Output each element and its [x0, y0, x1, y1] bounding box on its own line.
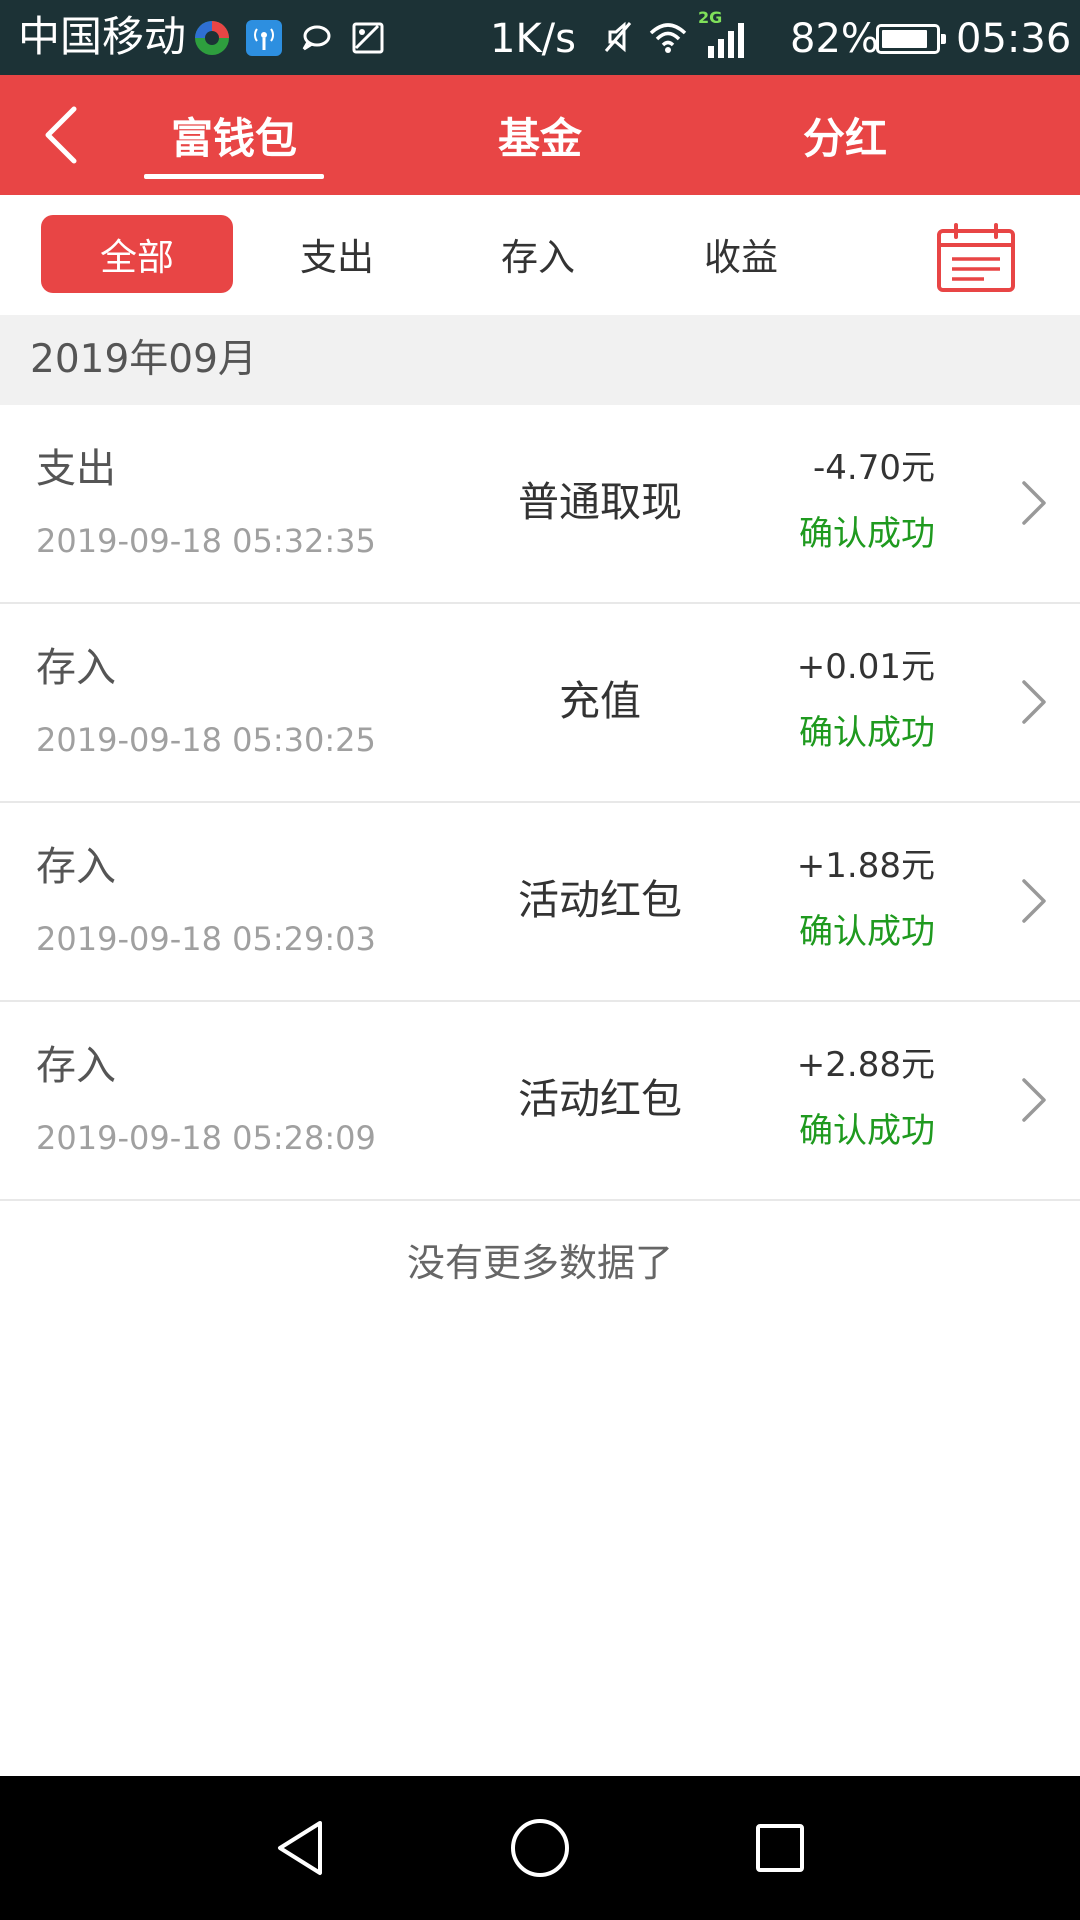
app-icon [195, 21, 229, 55]
no-more-data-text: 没有更多数据了 [406, 1241, 673, 1285]
transaction-description: 充值 [559, 677, 641, 725]
image-icon [352, 22, 384, 54]
signal-strength: 2G [698, 8, 748, 60]
system-nav-bar [0, 1776, 1080, 1920]
chevron-right-icon [1022, 680, 1046, 724]
filter-expense[interactable]: 支出 [257, 215, 417, 293]
transaction-status: 确认成功 [799, 1111, 935, 1151]
tab-fu-wallet[interactable]: 富钱包 [144, 75, 324, 195]
filter-bar: 全部 支出 存入 收益 [0, 195, 1080, 315]
network-speed: 1K/s [490, 16, 576, 62]
system-icons: 2G [598, 8, 748, 60]
transaction-time: 2019-09-18 05:32:35 [36, 522, 376, 560]
carrier-label: 中国移动 [18, 12, 187, 61]
transaction-type: 支出 [36, 446, 116, 492]
transaction-description: 活动红包 [518, 1075, 682, 1123]
chevron-right-icon [1022, 879, 1046, 923]
transaction-row[interactable]: 存入 2019-09-18 05:29:03 活动红包 +1.88元 确认成功 [0, 803, 1080, 1002]
triangle-back-icon [278, 1821, 322, 1875]
signal-icon [708, 23, 744, 58]
transaction-row[interactable]: 存入 2019-09-18 05:30:25 充值 +0.01元 确认成功 [0, 604, 1080, 803]
back-button[interactable] [18, 93, 102, 177]
transaction-row[interactable]: 支出 2019-09-18 05:32:35 普通取现 -4.70元 确认成功 [0, 405, 1080, 604]
filter-deposit[interactable]: 存入 [458, 215, 618, 293]
transaction-description: 活动红包 [518, 876, 682, 924]
transaction-type: 存入 [36, 645, 116, 691]
top-header: 富钱包 基金 分红 [0, 75, 1080, 195]
back-arrow-icon [45, 106, 77, 164]
battery-icon [876, 24, 946, 54]
square-recent-icon [756, 1824, 804, 1872]
status-clock: 05:36 [956, 16, 1072, 62]
circle-home-icon [511, 1819, 569, 1877]
transaction-time: 2019-09-18 05:28:09 [36, 1119, 376, 1157]
chevron-right-icon [1022, 1078, 1046, 1122]
month-section-header: 2019年09月 [0, 315, 1080, 405]
wifi-icon [649, 23, 687, 53]
chevron-right-icon [1022, 481, 1046, 525]
transaction-description: 普通取现 [518, 478, 682, 526]
wifi-hotspot-icon [246, 20, 282, 56]
calendar-icon[interactable] [936, 223, 1016, 293]
filter-income[interactable]: 收益 [661, 215, 821, 293]
nav-recent-button[interactable] [744, 1812, 816, 1884]
month-label: 2019年09月 [30, 337, 257, 382]
transaction-amount: +2.88元 [796, 1045, 935, 1085]
filter-all[interactable]: 全部 [41, 215, 233, 293]
transaction-time: 2019-09-18 05:30:25 [36, 721, 376, 759]
transaction-amount: +0.01元 [796, 647, 935, 687]
transaction-amount: +1.88元 [796, 846, 935, 886]
transaction-status: 确认成功 [799, 912, 935, 952]
message-icon [302, 25, 331, 51]
transaction-status: 确认成功 [799, 713, 935, 753]
transaction-row[interactable]: 存入 2019-09-18 05:28:09 活动红包 +2.88元 确认成功 [0, 1002, 1080, 1201]
transaction-type: 存入 [36, 1043, 116, 1089]
transaction-status: 确认成功 [799, 514, 935, 554]
mute-icon [604, 21, 632, 53]
nav-back-button[interactable] [264, 1812, 336, 1884]
transaction-type: 存入 [36, 844, 116, 890]
battery-percent: 82% [790, 16, 879, 62]
nav-home-button[interactable] [504, 1812, 576, 1884]
notification-icons [192, 16, 388, 60]
transaction-list: 支出 2019-09-18 05:32:35 普通取现 -4.70元 确认成功 … [0, 405, 1080, 1201]
tab-dividend[interactable]: 分红 [755, 75, 935, 195]
status-bar: 中国移动 1K/s 2G 82% 05:36 [0, 0, 1080, 75]
tab-fund[interactable]: 基金 [450, 75, 630, 195]
transaction-time: 2019-09-18 05:29:03 [36, 920, 376, 958]
transaction-amount: -4.70元 [813, 448, 935, 488]
